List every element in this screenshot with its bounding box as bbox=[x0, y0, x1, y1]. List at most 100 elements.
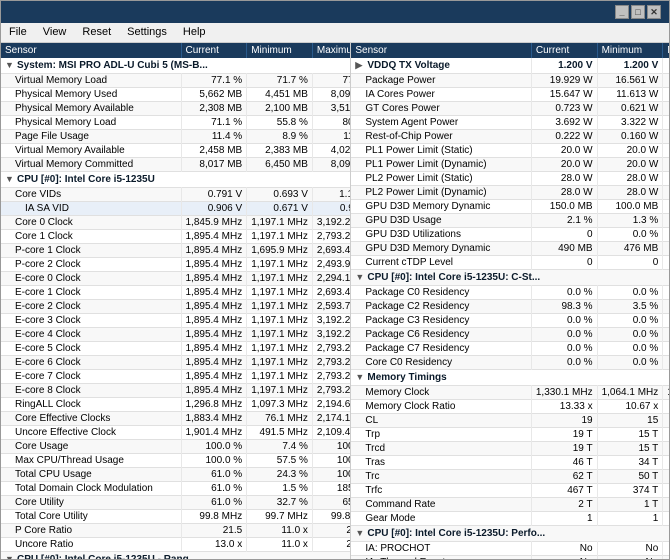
maximize-button[interactable]: □ bbox=[631, 5, 645, 19]
section-header-row[interactable]: ▼Memory Timings bbox=[351, 370, 669, 386]
left-table: Sensor Current Minimum Maximum Average ▼… bbox=[1, 43, 351, 559]
value-min: 34 T bbox=[597, 456, 663, 470]
sensor-name-cell: Trp bbox=[351, 428, 531, 442]
section-header-row[interactable]: ▼CPU [#0]: Intel Core i5-1235U: C-St... bbox=[351, 270, 669, 286]
table-row: GPU D3D Memory Dynamic150.0 MB100.0 MB30… bbox=[351, 200, 669, 214]
table-row: Core C0 Residency0.0 %0.0 %0.0 %-0.2 % bbox=[351, 356, 669, 370]
sensor-name-cell: Total Core Utility bbox=[1, 510, 181, 524]
section-header-row[interactable]: ▼CPU [#0]: Intel Core i5-1235U - Rang... bbox=[1, 552, 351, 560]
value-min: 1,197.1 MHz bbox=[247, 342, 313, 356]
window-controls[interactable]: _ □ ✕ bbox=[615, 5, 661, 19]
table-row: Current cTDP Level0000 bbox=[351, 256, 669, 270]
value-cur: 0.791 V bbox=[181, 188, 247, 202]
section-header-row[interactable]: ▶VDDQ TX Voltage1.200 V1.200 V1.200 V1.2… bbox=[351, 58, 669, 74]
menu-view[interactable]: View bbox=[39, 25, 71, 40]
expand-icon[interactable]: ▼ bbox=[5, 60, 15, 70]
value-min: 1 bbox=[597, 512, 663, 526]
expand-icon[interactable]: ▼ bbox=[355, 272, 365, 282]
expand-icon[interactable]: ▼ bbox=[5, 554, 15, 559]
value-min: 0.0 % bbox=[597, 228, 663, 242]
sensor-name-cell: E-core 1 Clock bbox=[1, 286, 181, 300]
value-min: 0.621 W bbox=[597, 102, 663, 116]
table-row: Package C3 Residency0.0 %0.0 %0.0 %0.0 % bbox=[351, 314, 669, 328]
value-max: 22.0 x bbox=[312, 524, 351, 538]
expand-icon[interactable]: ▶ bbox=[355, 60, 365, 71]
value-min: 1,197.1 MHz bbox=[247, 328, 313, 342]
value-max: 2,294.1 MHz bbox=[312, 272, 351, 286]
value-min: 0 bbox=[597, 256, 663, 270]
right-panel[interactable]: Sensor Current Minimum Maximum Average ▶… bbox=[351, 43, 669, 559]
value-max: 50 MB bbox=[663, 242, 669, 256]
value-cur: 0.0 % bbox=[531, 328, 597, 342]
left-panel[interactable]: Sensor Current Minimum Maximum Average ▼… bbox=[1, 43, 351, 559]
value-cur: 28.0 W bbox=[531, 186, 597, 200]
table-row: Memory Clock1,330.1 MHz1,064.1 MHz1,596.… bbox=[351, 386, 669, 400]
table-row: Package C6 Residency0.0 %0.0 %89.8 %0.8 … bbox=[351, 328, 669, 342]
sensor-name-cell: Physical Memory Available bbox=[1, 102, 181, 116]
sensor-name-cell: Core 1 Clock bbox=[1, 230, 181, 244]
expand-icon[interactable]: ▼ bbox=[355, 528, 365, 538]
sensor-name-cell: Memory Clock bbox=[351, 386, 531, 400]
close-button[interactable]: ✕ bbox=[647, 5, 661, 19]
section-header-row[interactable]: ▼System: MSI PRO ADL-U Cubi 5 (MS-B... bbox=[1, 58, 351, 74]
value-max: 89.8 % bbox=[663, 328, 669, 342]
sensor-name-cell: Package C2 Residency bbox=[351, 300, 531, 314]
table-row: Core 1 Clock1,895.4 MHz1,197.1 MHz2,793.… bbox=[1, 230, 351, 244]
sensor-name-cell: Package Power bbox=[351, 74, 531, 88]
value-cur: 13.0 x bbox=[181, 538, 247, 552]
expand-icon[interactable]: ▼ bbox=[5, 174, 15, 184]
sensor-name-cell: Virtual Memory Committed bbox=[1, 158, 181, 172]
table-row: Tras46 T34 T53 T bbox=[351, 456, 669, 470]
table-row: Physical Memory Load71.1 %55.8 %80.5 %71… bbox=[1, 116, 351, 130]
value-cur: No bbox=[531, 556, 597, 560]
table-row: PL1 Power Limit (Static)20.0 W20.0 W20.0… bbox=[351, 144, 669, 158]
menu-file[interactable]: File bbox=[5, 25, 31, 40]
value-max: 10.2 % bbox=[663, 214, 669, 228]
value-max: 300.0 MHz bbox=[663, 200, 669, 214]
value-cur: 1,296.8 MHz bbox=[181, 398, 247, 412]
value-cur: 1,895.4 MHz bbox=[181, 272, 247, 286]
value-max: 15 bbox=[663, 414, 669, 428]
sensor-name-cell: P-core 1 Clock bbox=[1, 244, 181, 258]
value-cur: 490 MB bbox=[531, 242, 597, 256]
table-row: IA SA VID0.906 V0.671 V0.911 V0.736 V bbox=[1, 202, 351, 216]
table-row: Virtual Memory Committed8,017 MB6,450 MB… bbox=[1, 158, 351, 172]
section-header-row[interactable]: ▼CPU [#0]: Intel Core i5-1235U bbox=[1, 172, 351, 188]
sensor-name-cell: Physical Memory Load bbox=[1, 116, 181, 130]
expand-icon[interactable]: ▼ bbox=[355, 372, 365, 382]
value-cur: 0 bbox=[531, 228, 597, 242]
value-cur: 100.0 % bbox=[181, 454, 247, 468]
table-row: Uncore Ratio13.0 x11.0 x22.0 x14.3 x bbox=[1, 538, 351, 552]
value-cur: 61.0 % bbox=[181, 482, 247, 496]
table-row: Trcd19 T15 T22 T bbox=[351, 442, 669, 456]
value-cur: 15.647 W bbox=[531, 88, 597, 102]
value-max: 16.00 x bbox=[663, 400, 669, 414]
value-max: 22 T bbox=[663, 428, 669, 442]
section-max: 1.200 V bbox=[663, 58, 669, 74]
sensor-name-cell: Uncore Ratio bbox=[1, 538, 181, 552]
table-row: RingALL Clock1,296.8 MHz1,097.3 MHz2,194… bbox=[1, 398, 351, 412]
value-cur: 19 T bbox=[531, 428, 597, 442]
table-row: P Core Ratio21.511.0 x22.0 x14.3 x bbox=[1, 524, 351, 538]
value-min: 28.0 W bbox=[597, 186, 663, 200]
col-sensor: Sensor bbox=[1, 43, 181, 58]
minimize-button[interactable]: _ bbox=[615, 5, 629, 19]
value-max: 2,194.6 MHz bbox=[312, 398, 351, 412]
value-cur: 71.1 % bbox=[181, 116, 247, 130]
table-row: Trp19 T15 T22 T bbox=[351, 428, 669, 442]
sensor-name-cell: Core 0 Clock bbox=[1, 216, 181, 230]
value-cur: 0.723 W bbox=[531, 102, 597, 116]
value-max: 22 T bbox=[663, 442, 669, 456]
value-min: 1,197.1 MHz bbox=[247, 314, 313, 328]
section-header-row[interactable]: ▼CPU [#0]: Intel Core i5-1235U: Perfo... bbox=[351, 526, 669, 542]
sensor-name-cell: Core Effective Clocks bbox=[1, 412, 181, 426]
value-min: 1,197.1 MHz bbox=[247, 272, 313, 286]
value-min: 1,197.1 MHz bbox=[247, 370, 313, 384]
menu-help[interactable]: Help bbox=[179, 25, 210, 40]
value-cur: 1,895.4 MHz bbox=[181, 384, 247, 398]
menu-settings[interactable]: Settings bbox=[123, 25, 171, 40]
sensor-name-cell: Core Utility bbox=[1, 496, 181, 510]
value-max: 80.5 % bbox=[312, 116, 351, 130]
value-cur: 19 T bbox=[531, 442, 597, 456]
menu-reset[interactable]: Reset bbox=[78, 25, 115, 40]
